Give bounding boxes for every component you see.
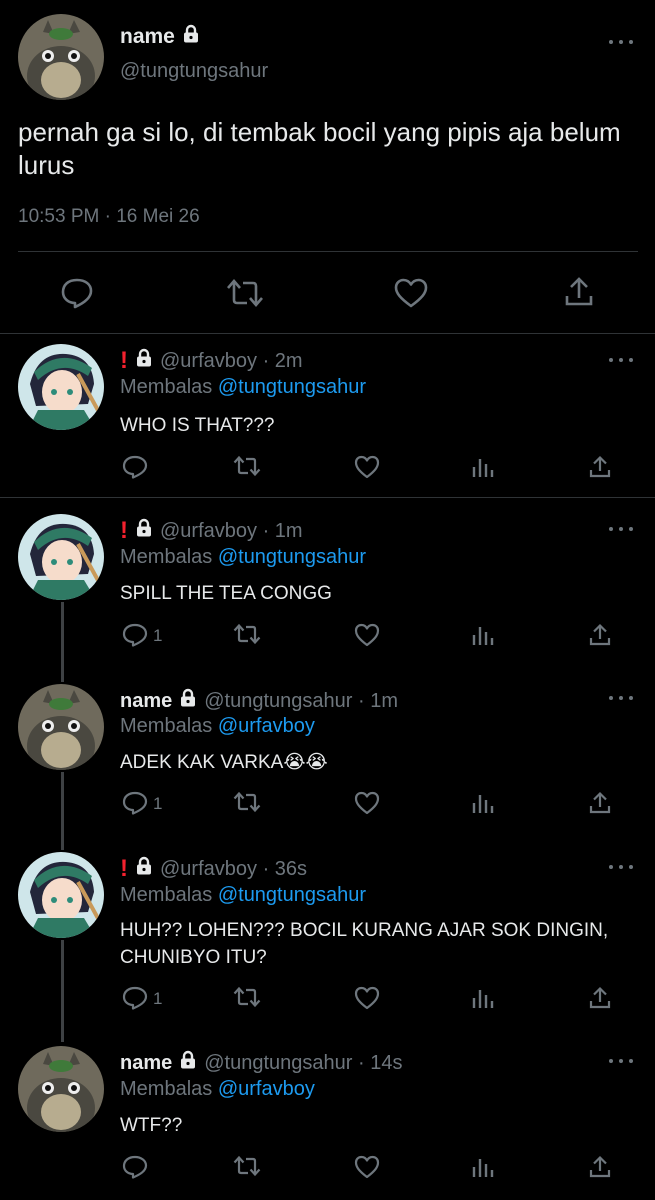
reply-count: 1 <box>153 989 163 1008</box>
avatar-tungtungsahur[interactable] <box>18 684 104 770</box>
replying-to-link[interactable]: @urfavboy <box>218 1078 315 1100</box>
heart-icon[interactable] <box>354 455 380 479</box>
exclamation-icon: ! <box>120 517 128 544</box>
reply-text: HUH?? LOHEN??? BOCIL KURANG AJAR SOK DIN… <box>120 920 609 968</box>
reply-name[interactable]: name <box>120 690 172 713</box>
divider <box>0 333 655 334</box>
share-icon[interactable] <box>588 455 612 479</box>
avatar-urfavboy[interactable] <box>18 514 104 600</box>
replying-to-link[interactable]: @tungtungsahur <box>218 376 366 398</box>
thread-line <box>61 940 64 1042</box>
thread-line <box>61 602 64 682</box>
author-name-text[interactable]: name <box>120 25 175 49</box>
reply-text: ADEK KAK VARKA😭😭 <box>120 752 328 773</box>
reply-name[interactable]: name <box>120 1052 172 1075</box>
reply-text: WTF?? <box>120 1115 183 1136</box>
exclamation-icon: ! <box>120 347 128 374</box>
heart-icon[interactable] <box>354 623 380 647</box>
share-icon[interactable] <box>588 986 612 1010</box>
analytics-icon[interactable] <box>471 623 495 647</box>
reply-icon[interactable] <box>60 277 94 309</box>
author-handle[interactable]: @tungtungsahur <box>120 60 268 83</box>
reply-handle[interactable]: @tungtungsahur · 1m <box>204 690 398 713</box>
share-icon[interactable] <box>588 791 612 815</box>
reply-icon[interactable] <box>122 791 148 815</box>
reply-handle[interactable]: @urfavboy · 36s <box>160 858 307 881</box>
lock-icon <box>134 518 154 544</box>
replying-to-label: Membalas <box>120 715 213 737</box>
tweet-text: pernah ga si lo, di tembak bocil yang pi… <box>18 117 621 180</box>
reply-header: ! @urfavboy · 36s <box>120 856 307 882</box>
more-icon[interactable] <box>609 356 633 364</box>
retweet-icon[interactable] <box>232 791 262 813</box>
share-icon[interactable] <box>588 623 612 647</box>
retweet-icon[interactable] <box>225 278 265 308</box>
exclamation-icon: ! <box>120 855 128 882</box>
replying-to-label: Membalas <box>120 376 213 398</box>
heart-icon[interactable] <box>354 1155 380 1179</box>
replying-to: Membalas @tungtungsahur <box>120 884 366 907</box>
analytics-icon[interactable] <box>471 455 495 479</box>
reply-count: 1 <box>153 794 163 813</box>
reply-header: name @tungtungsahur · 14s <box>120 1050 402 1076</box>
reply-icon[interactable] <box>122 623 148 647</box>
lock-icon <box>178 1050 198 1076</box>
share-icon[interactable] <box>588 1155 612 1179</box>
share-icon[interactable] <box>563 276 595 308</box>
heart-icon[interactable] <box>354 986 380 1010</box>
reply-icon[interactable] <box>122 986 148 1010</box>
retweet-icon[interactable] <box>232 623 262 645</box>
divider <box>0 497 655 498</box>
retweet-icon[interactable] <box>232 986 262 1008</box>
more-icon[interactable] <box>609 38 633 46</box>
reply-icon[interactable] <box>122 455 148 479</box>
replying-to-link[interactable]: @urfavboy <box>218 715 315 737</box>
lock-icon <box>134 348 154 374</box>
heart-icon[interactable] <box>394 278 428 308</box>
reply-handle[interactable]: @urfavboy · 2m <box>160 350 303 373</box>
avatar-tungtungsahur[interactable] <box>18 1046 104 1132</box>
divider <box>18 251 638 252</box>
author-name[interactable]: name <box>120 24 201 50</box>
tweet-timestamp[interactable]: 10:53 PM · 16 Mei 26 <box>18 206 200 228</box>
retweet-icon[interactable] <box>232 1155 262 1177</box>
reply-text: SPILL THE TEA CONGG <box>120 583 332 604</box>
reply-header: ! @urfavboy · 2m <box>120 348 303 374</box>
thread-line <box>61 772 64 850</box>
analytics-icon[interactable] <box>471 986 495 1010</box>
replying-to-link[interactable]: @tungtungsahur <box>218 546 366 568</box>
avatar-urfavboy[interactable] <box>18 852 104 938</box>
replying-to: Membalas @urfavboy <box>120 1078 315 1101</box>
reply-header: name @tungtungsahur · 1m <box>120 688 398 714</box>
replying-to-label: Membalas <box>120 1078 213 1100</box>
reply-header: ! @urfavboy · 1m <box>120 518 303 544</box>
replying-to-link[interactable]: @tungtungsahur <box>218 884 366 906</box>
reply-text: WHO IS THAT??? <box>120 415 275 436</box>
avatar-urfavboy[interactable] <box>18 344 104 430</box>
lock-icon <box>178 688 198 714</box>
replying-to: Membalas @tungtungsahur <box>120 546 366 569</box>
heart-icon[interactable] <box>354 791 380 815</box>
replying-to: Membalas @tungtungsahur <box>120 376 366 399</box>
reply-count: 1 <box>153 626 163 645</box>
more-icon[interactable] <box>609 525 633 533</box>
analytics-icon[interactable] <box>471 791 495 815</box>
replying-to-label: Membalas <box>120 546 213 568</box>
reply-handle[interactable]: @urfavboy · 1m <box>160 520 303 543</box>
more-icon[interactable] <box>609 863 633 871</box>
reply-handle[interactable]: @tungtungsahur · 14s <box>204 1052 402 1075</box>
more-icon[interactable] <box>609 694 633 702</box>
lock-icon <box>134 856 154 882</box>
more-icon[interactable] <box>609 1057 633 1065</box>
replying-to-label: Membalas <box>120 884 213 906</box>
analytics-icon[interactable] <box>471 1155 495 1179</box>
avatar-tungtungsahur[interactable] <box>18 14 104 100</box>
replying-to: Membalas @urfavboy <box>120 715 315 738</box>
lock-icon <box>181 24 201 50</box>
retweet-icon[interactable] <box>232 455 262 477</box>
reply-icon[interactable] <box>122 1155 148 1179</box>
